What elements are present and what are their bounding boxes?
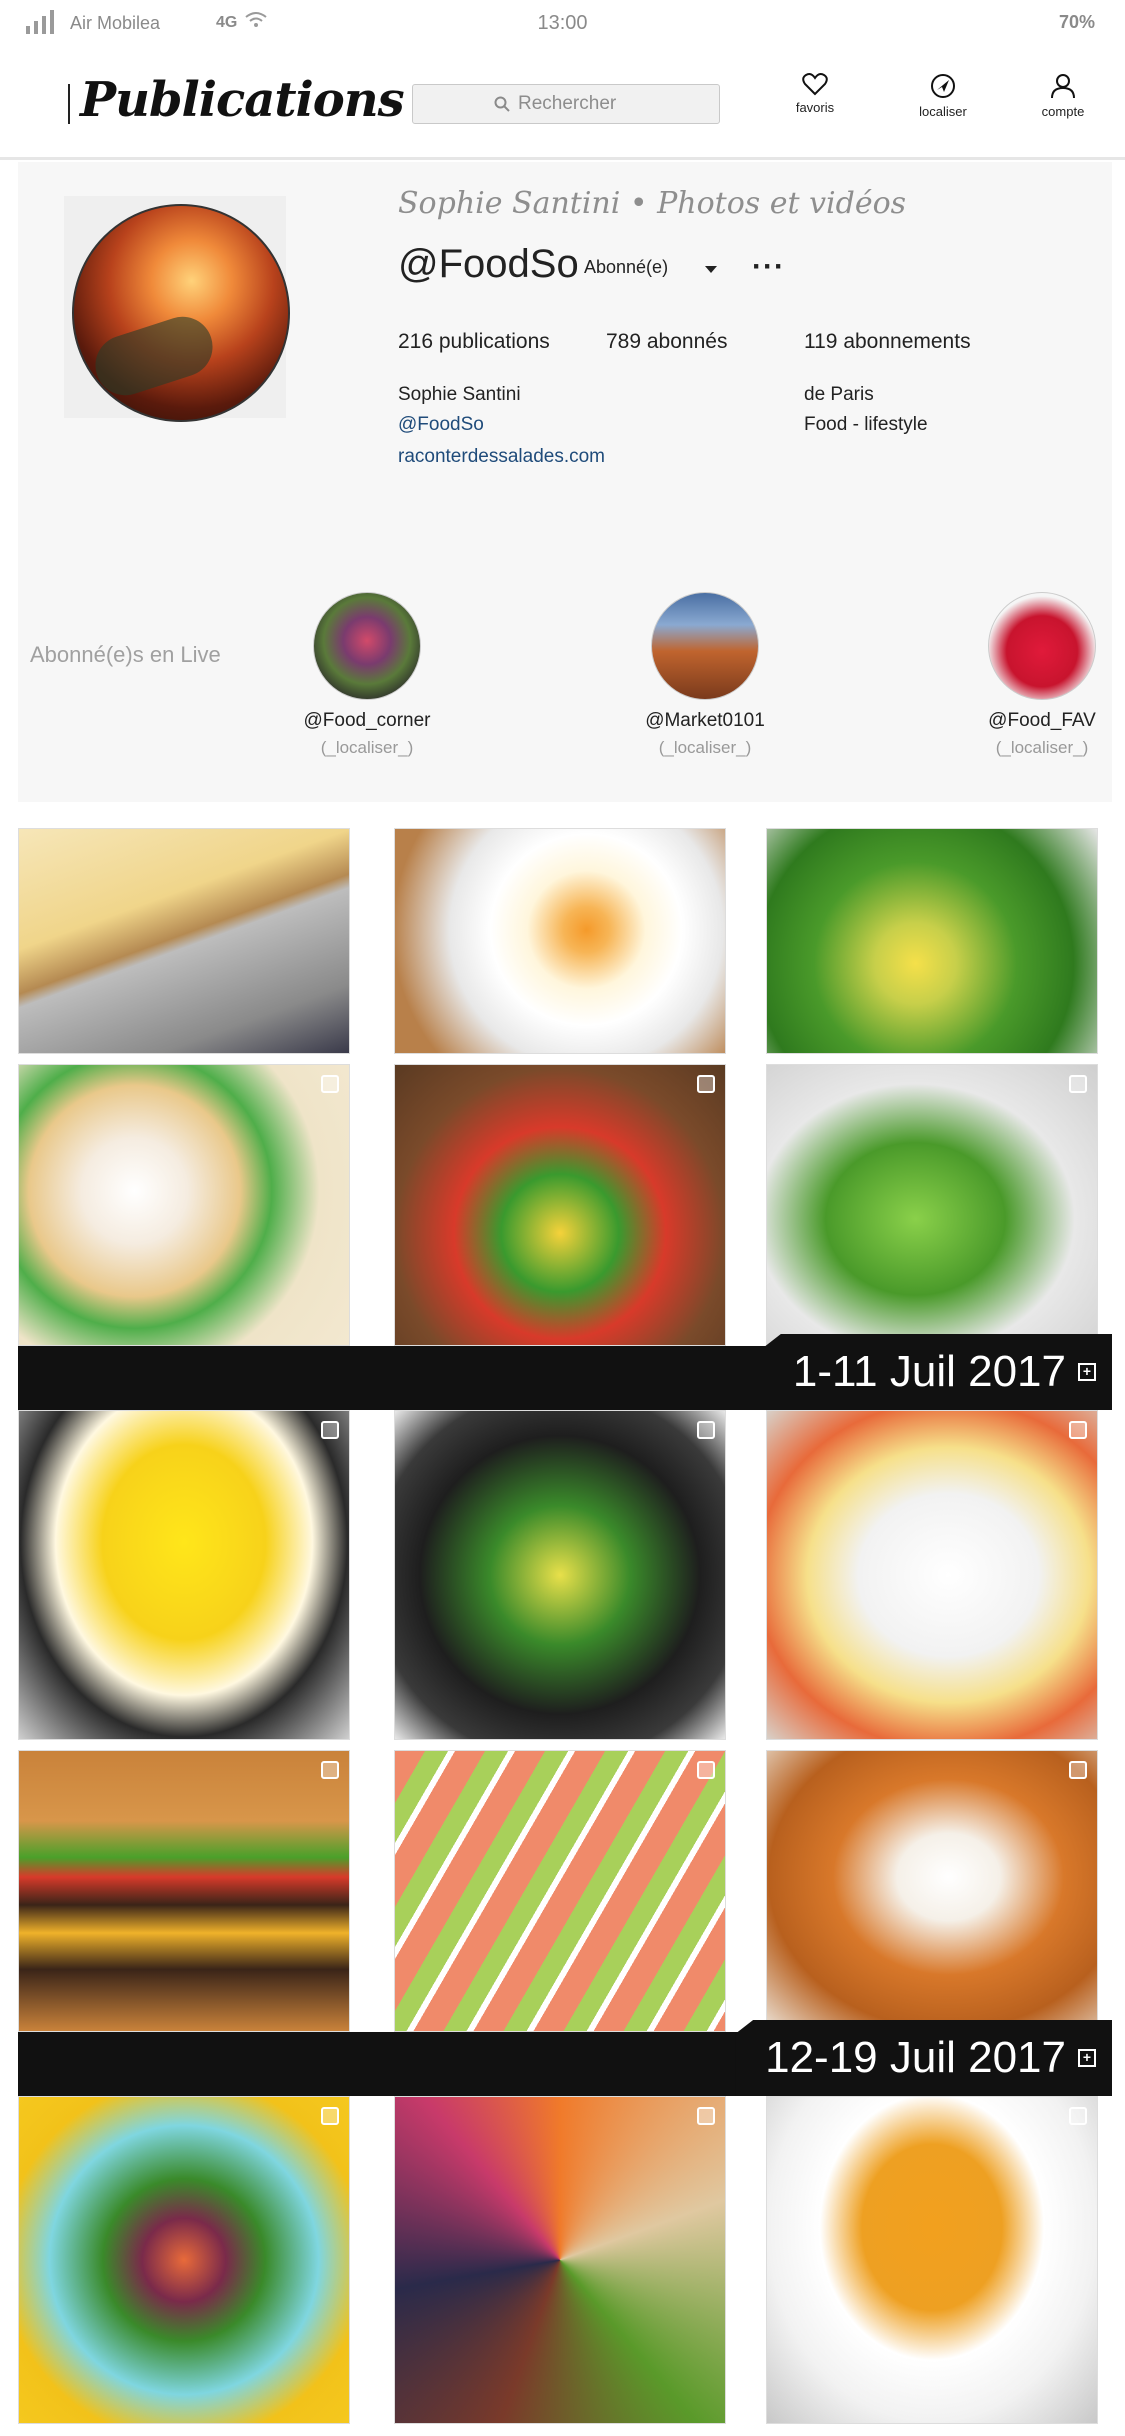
stat-followers[interactable]: 789 abonnés — [606, 330, 727, 354]
live-user-avatar[interactable] — [988, 592, 1096, 700]
nav-account-label: compte — [1041, 104, 1085, 119]
select-checkbox[interactable] — [321, 2107, 339, 2125]
date-range-label: 1-11 Juil 2017 — [792, 1347, 1066, 1396]
select-checkbox[interactable] — [697, 1421, 715, 1439]
nav-account[interactable]: compte — [1018, 72, 1108, 119]
battery-level: 70% — [1058, 12, 1095, 32]
bio-website-link[interactable]: raconterdessalades.com — [398, 446, 605, 468]
photo-tile[interactable] — [394, 1750, 726, 2032]
live-user[interactable]: @Food_corner (_localiser_) — [287, 592, 447, 758]
nav-locate-label: localiser — [919, 104, 967, 119]
photo-tile[interactable] — [766, 1410, 1098, 1740]
photo-tile[interactable] — [18, 1064, 350, 1346]
live-user-locate-link[interactable]: (_localiser_) — [287, 738, 447, 758]
photo-tile[interactable] — [18, 1750, 350, 2032]
plus-box-icon[interactable]: + — [1078, 2049, 1096, 2067]
select-checkbox[interactable] — [321, 1761, 339, 1779]
avatar-frame — [64, 196, 290, 422]
profile-section: Sophie Santini • Photos et vidéos @FoodS… — [18, 162, 1112, 802]
photo-tile[interactable] — [394, 1410, 726, 1740]
live-user-name[interactable]: @Market0101 — [625, 710, 785, 732]
follow-status-button[interactable]: Abonné(e) — [584, 257, 668, 278]
status-bar: Air Mobilea 4G 13:00 70% — [0, 0, 1125, 48]
bio-category: Food - lifestyle — [804, 414, 928, 435]
photo-tile[interactable] — [394, 1064, 726, 1346]
select-checkbox[interactable] — [697, 1075, 715, 1093]
heart-icon — [802, 73, 828, 96]
stat-following[interactable]: 119 abonnements — [804, 330, 971, 354]
live-user-locate-link[interactable]: (_localiser_) — [625, 738, 785, 758]
live-user-name[interactable]: @Food_corner — [287, 710, 447, 732]
date-range-tab[interactable]: 12-19 Juil 2017 + — [735, 2020, 1112, 2096]
clock: 13:00 — [537, 12, 588, 34]
date-separator: 1-11 Juil 2017 + — [18, 1334, 1112, 1410]
date-separator: 12-19 Juil 2017 + — [18, 2020, 1112, 2096]
app-header: Publications favoris localiser compte — [0, 60, 1125, 160]
live-user-avatar[interactable] — [313, 592, 421, 700]
user-icon — [1051, 74, 1075, 99]
select-checkbox[interactable] — [697, 1761, 715, 1779]
profile-handle: @FoodSo — [398, 242, 579, 286]
photo-tile[interactable] — [766, 1750, 1098, 2032]
photo-tile[interactable] — [766, 2096, 1098, 2424]
chevron-down-icon[interactable] — [705, 266, 717, 273]
plus-box-icon[interactable]: + — [1078, 1363, 1096, 1381]
logo-divider — [68, 84, 70, 124]
select-checkbox[interactable] — [1069, 1761, 1087, 1779]
live-label: Abonné(e)s en Live — [30, 642, 221, 667]
select-checkbox[interactable] — [321, 1075, 339, 1093]
avatar[interactable] — [72, 204, 290, 422]
search-icon — [494, 96, 510, 112]
select-checkbox[interactable] — [1069, 2107, 1087, 2125]
locate-icon — [931, 74, 955, 98]
nav-favorites-label: favoris — [795, 100, 835, 115]
bio-location: de Paris — [804, 384, 874, 405]
select-checkbox[interactable] — [1069, 1075, 1087, 1093]
select-checkbox[interactable] — [1069, 1421, 1087, 1439]
date-range-label: 12-19 Juil 2017 — [765, 2033, 1066, 2082]
nav-favorites[interactable]: favoris — [770, 72, 860, 115]
app-logo[interactable]: Publications — [80, 72, 405, 128]
bio-name: Sophie Santini — [398, 384, 521, 405]
photo-tile[interactable] — [394, 2096, 726, 2424]
stat-publications[interactable]: 216 publications — [398, 330, 550, 354]
nav-locate[interactable]: localiser — [898, 72, 988, 119]
live-user-locate-link[interactable]: (_localiser_) — [962, 738, 1122, 758]
live-user[interactable]: @Food_FAV (_localiser_) — [962, 592, 1122, 758]
live-user-name[interactable]: @Food_FAV — [962, 710, 1122, 732]
select-checkbox[interactable] — [321, 1421, 339, 1439]
photo-tile[interactable] — [18, 2096, 350, 2424]
live-user-avatar[interactable] — [651, 592, 759, 700]
search-box[interactable] — [412, 84, 720, 124]
photo-tile[interactable] — [766, 828, 1098, 1054]
live-user[interactable]: @Market0101 (_localiser_) — [625, 592, 785, 758]
bio-handle-link[interactable]: @FoodSo — [398, 414, 484, 436]
photo-tile[interactable] — [766, 1064, 1098, 1346]
date-range-tab[interactable]: 1-11 Juil 2017 + — [762, 1334, 1112, 1410]
photo-tile[interactable] — [18, 1410, 350, 1740]
photo-tile[interactable] — [18, 828, 350, 1054]
search-input[interactable] — [518, 93, 638, 115]
more-options-button[interactable]: ··· — [752, 250, 785, 284]
photo-tile[interactable] — [394, 828, 726, 1054]
profile-full-name: Sophie Santini • Photos et vidéos — [398, 186, 907, 221]
select-checkbox[interactable] — [697, 2107, 715, 2125]
